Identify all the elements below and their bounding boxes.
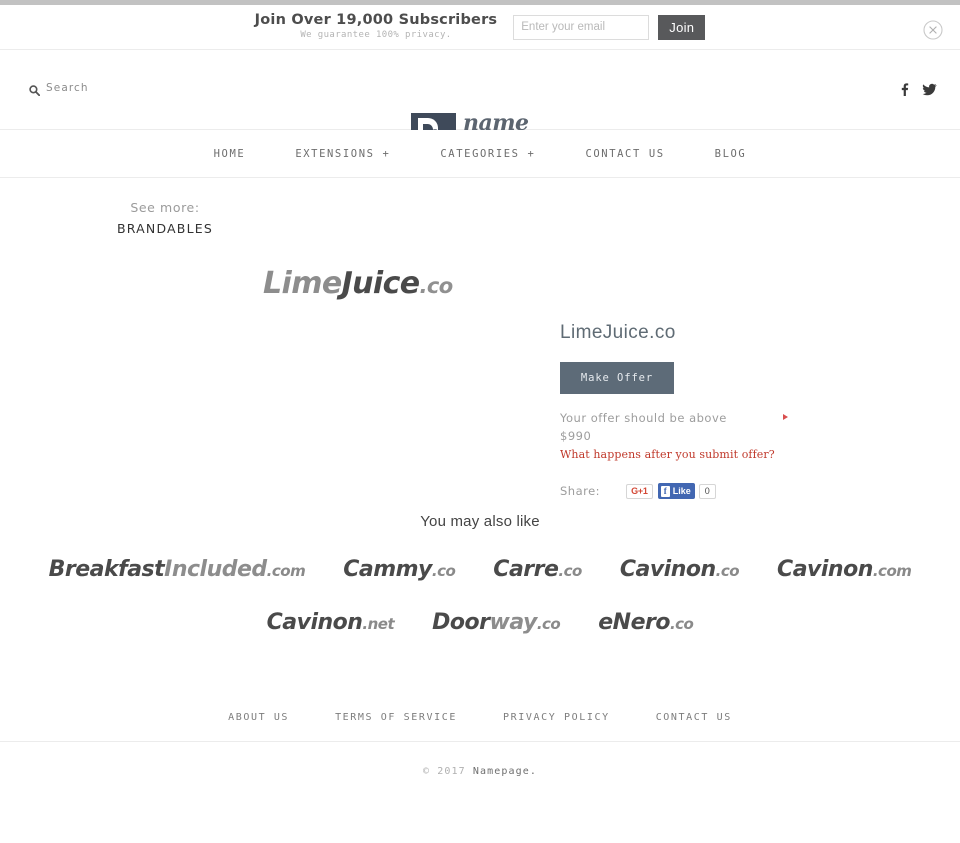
nav-item-home[interactable]: HOME: [214, 148, 246, 160]
related-domain-doorway[interactable]: Doorway.co: [432, 608, 561, 639]
domain-hero-tld: .co: [419, 274, 454, 298]
related-tld: .co: [431, 562, 456, 580]
footer-link-privacy-policy[interactable]: PRIVACY POLICY: [503, 712, 610, 723]
copyright-year: © 2017: [423, 766, 473, 777]
search-icon: [29, 83, 41, 96]
offer-info-link[interactable]: What happens after you submit offer?: [560, 448, 775, 461]
related-part1: Breakfast: [48, 557, 165, 582]
facebook-icon[interactable]: [897, 82, 912, 97]
page-root: Join Over 19,000 Subscribers We guarante…: [0, 0, 960, 843]
related-domain-cavinon-net[interactable]: Cavinon.net: [267, 608, 395, 639]
footer-link-about-us[interactable]: ABOUT US: [228, 712, 289, 723]
copyright-name: Namepage.: [472, 766, 537, 777]
make-offer-button[interactable]: Make Offer: [560, 362, 674, 394]
related-domain-carre[interactable]: Carre.co: [493, 555, 582, 586]
share-label: Share:: [560, 484, 601, 498]
nav-item-contact-us[interactable]: CONTACT US: [585, 148, 664, 160]
related-row-1: BreakfastIncluded.com Cammy.co Carre.co …: [0, 548, 960, 593]
footer-link-contact-us[interactable]: CONTACT US: [656, 712, 732, 723]
offer-note-line1: Your offer should be above: [560, 411, 727, 425]
search-button[interactable]: Search: [29, 82, 89, 96]
related-part1: Door: [432, 610, 490, 635]
domain-hero-part2: Juice: [341, 266, 421, 301]
related-domain-cavinon-co[interactable]: Cavinon.co: [619, 555, 740, 586]
related-tld: .co: [715, 562, 740, 580]
related-part2: way: [489, 610, 538, 635]
social-links: [897, 82, 937, 97]
related-domain-cavinon-com[interactable]: Cavinon.com: [777, 555, 912, 586]
newsletter-text: Join Over 19,000 Subscribers We guarante…: [255, 12, 498, 42]
share-row: Share: G+1 f Like 0: [560, 483, 900, 499]
site-header: Search n name PAGE: [0, 50, 960, 159]
domain-hero-part1: Lime: [263, 266, 342, 301]
related-part1: Cammy: [343, 557, 432, 582]
related-part1: Cavinon: [266, 610, 363, 635]
see-more-block: See more: BRANDABLES: [100, 198, 230, 239]
newsletter-headline: Join Over 19,000 Subscribers: [254, 12, 498, 28]
related-heading: You may also like: [420, 513, 540, 530]
newsletter-join-button[interactable]: Join: [658, 14, 706, 40]
triangle-right-icon: [783, 414, 788, 420]
see-more-label: See more:: [130, 200, 200, 215]
related-tld: .co: [558, 562, 582, 580]
related-part2: Included: [164, 557, 267, 582]
nav-item-categories[interactable]: CATEGORIES +: [440, 148, 535, 160]
facebook-like-label: Like: [672, 486, 691, 496]
domain-hero-logo: LimeJuice.co: [263, 268, 453, 302]
see-more-category-link[interactable]: BRANDABLES: [100, 218, 230, 239]
newsletter-subtext: We guarantee 100% privacy.: [300, 30, 452, 40]
related-domains: BreakfastIncluded.com Cammy.co Carre.co …: [0, 548, 960, 646]
related-tld: .com: [266, 562, 306, 580]
google-plus-one-button[interactable]: G+1: [626, 483, 653, 499]
footer-navigation: ABOUT US TERMS OF SERVICE PRIVACY POLICY…: [0, 694, 960, 742]
facebook-like-count: 0: [698, 483, 716, 499]
related-tld: .com: [872, 562, 912, 580]
newsletter-email-input[interactable]: [513, 14, 650, 40]
offer-minimum-note: Your offer should be above $990 What hap…: [560, 410, 788, 461]
page-title: LimeJuice.co: [560, 322, 676, 343]
related-part1: Cavinon: [777, 557, 873, 582]
nav-item-extensions[interactable]: EXTENSIONS +: [295, 148, 390, 160]
nav-item-blog[interactable]: BLOG: [715, 148, 747, 160]
related-domain-cammy[interactable]: Cammy.co: [343, 555, 456, 586]
facebook-like-button[interactable]: f Like: [657, 483, 695, 499]
copyright: © 2017 Namepage.: [0, 766, 960, 777]
facebook-f-icon: f: [660, 485, 670, 497]
main-navigation: HOME EXTENSIONS + CATEGORIES + CONTACT U…: [0, 130, 960, 178]
footer-link-terms-of-service[interactable]: TERMS OF SERVICE: [335, 712, 457, 723]
twitter-icon[interactable]: [922, 82, 937, 97]
related-domain-breakfastincluded[interactable]: BreakfastIncluded.com: [49, 555, 306, 586]
domain-detail-panel: LimeJuice.co Make Offer Your offer shoul…: [560, 320, 900, 499]
newsletter-bar: Join Over 19,000 Subscribers We guarante…: [0, 5, 960, 50]
related-tld: .co: [536, 615, 561, 633]
related-domain-enero[interactable]: eNero.co: [598, 608, 694, 639]
related-part1: eNero: [598, 610, 670, 635]
related-tld: .net: [362, 615, 395, 633]
related-part1: Cavinon: [619, 557, 716, 582]
search-label: Search: [46, 82, 89, 94]
related-part1: Carre: [493, 557, 559, 582]
related-row-2: Cavinon.net Doorway.co eNero.co: [0, 601, 960, 646]
offer-minimum-price: $990: [560, 428, 592, 443]
close-circle-icon[interactable]: [923, 20, 943, 40]
related-tld: .co: [669, 615, 694, 633]
